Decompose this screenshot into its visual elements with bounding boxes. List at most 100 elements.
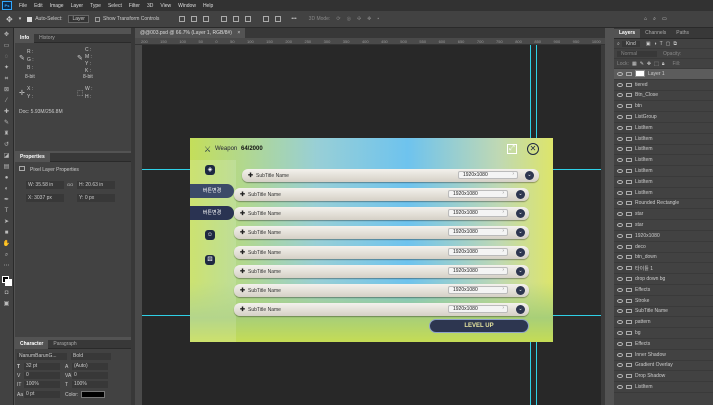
close-icon[interactable]: ✕: [527, 143, 539, 155]
3d-roll-icon[interactable]: ◎: [347, 16, 351, 22]
filter-kind-dropdown[interactable]: Kind: [621, 40, 640, 47]
chevron-down-icon[interactable]: ⌄: [516, 228, 525, 237]
x-field[interactable]: X: 3037 px: [26, 194, 64, 202]
filter-pixel-icon[interactable]: ▣: [646, 41, 651, 47]
leading-field[interactable]: (Auto): [72, 363, 108, 370]
menu-file[interactable]: File: [19, 3, 27, 9]
layer-row[interactable]: Stroke: [614, 296, 713, 307]
warrior-icon[interactable]: ☺: [205, 230, 215, 240]
baseline-field[interactable]: 0 pt: [24, 391, 60, 398]
layer-row[interactable]: ListItem: [614, 155, 713, 167]
align-bottom-icon[interactable]: [245, 16, 252, 22]
visibility-eye-icon[interactable]: [617, 223, 623, 228]
visibility-eye-icon[interactable]: [617, 266, 623, 271]
background-color-swatch[interactable]: [5, 279, 12, 286]
3d-pan-icon[interactable]: ✣: [357, 16, 361, 22]
screen-mode-icon[interactable]: ▣: [3, 300, 11, 308]
list-item[interactable]: ✚SubTitle Name 1920x1080 ⌄: [234, 284, 529, 297]
eyedropper-icon[interactable]: ⁄: [3, 97, 11, 105]
layer-row[interactable]: drop down bg: [614, 274, 713, 285]
font-size-field[interactable]: 32 pt: [24, 363, 60, 370]
list-item[interactable]: ✚SubTitle Name 1920x1080 ⌄: [234, 226, 529, 239]
layer-row[interactable]: tiered: [614, 80, 713, 91]
menu-select[interactable]: Select: [108, 3, 122, 9]
more-options-icon[interactable]: •••: [291, 16, 296, 22]
chevron-down-icon[interactable]: ⌄: [516, 267, 525, 276]
tab-paths[interactable]: Paths: [671, 29, 694, 38]
dodge-icon[interactable]: ◐: [3, 185, 11, 193]
filter-shape-icon[interactable]: ▢: [666, 41, 671, 47]
visibility-eye-icon[interactable]: [617, 277, 623, 282]
dice-icon[interactable]: ⚄: [205, 255, 215, 265]
list-item[interactable]: ✚SubTitle Name 1920x1080 ⌄: [234, 246, 529, 259]
list-item[interactable]: ✚SubTitle Name 1920x1080 ⌄: [234, 303, 529, 316]
layer-row[interactable]: ListItem: [614, 166, 713, 177]
layer-row[interactable]: Drop Shadow: [614, 371, 713, 383]
chevron-down-icon[interactable]: ⌄: [516, 305, 525, 314]
visibility-eye-icon[interactable]: [617, 233, 623, 238]
visibility-eye-icon[interactable]: [617, 158, 623, 163]
menu-edit[interactable]: Edit: [34, 3, 43, 9]
tab-paragraph[interactable]: Paragraph: [48, 340, 81, 349]
layer-row[interactable]: bg: [614, 328, 713, 339]
canvas-vertical-scrollbar[interactable]: [601, 45, 605, 405]
align-middle-icon[interactable]: [233, 16, 240, 22]
layer-row[interactable]: 1920x1080: [614, 231, 713, 242]
layer-row[interactable]: ListItem: [614, 145, 713, 156]
shield-icon[interactable]: ◈: [205, 165, 215, 175]
resolution-dropdown[interactable]: 1920x1080: [448, 190, 508, 198]
pen-icon[interactable]: ✒: [3, 196, 11, 204]
chevron-down-icon[interactable]: ⌄: [516, 209, 525, 218]
lock-all-icon[interactable]: 🔒︎: [662, 61, 665, 67]
tab-properties[interactable]: Properties: [15, 152, 50, 162]
chevron-down-icon[interactable]: ⌄: [516, 248, 525, 257]
visibility-eye-icon[interactable]: [617, 352, 623, 357]
menu-3d[interactable]: 3D: [147, 3, 153, 9]
layer-row[interactable]: btn: [614, 101, 713, 113]
tab-history[interactable]: History: [34, 34, 60, 43]
visibility-eye-icon[interactable]: [617, 331, 623, 336]
blend-mode-dropdown[interactable]: Normal: [617, 50, 657, 57]
chevron-down-icon[interactable]: ⌄: [516, 286, 525, 295]
visibility-eye-icon[interactable]: [617, 385, 623, 389]
align-center-icon[interactable]: [191, 16, 198, 22]
tab-channels[interactable]: Channels: [640, 29, 671, 38]
layer-row[interactable]: pattern: [614, 317, 713, 329]
shape-icon[interactable]: ■: [3, 229, 11, 237]
more-tools-icon[interactable]: ⋯: [3, 262, 11, 270]
height-field[interactable]: H: 20.63 in: [77, 181, 115, 189]
move-tool-icon[interactable]: ✥: [6, 15, 13, 24]
tab-character[interactable]: Character: [15, 339, 49, 349]
layer-row[interactable]: Rounded Rectangle: [614, 199, 713, 210]
link-dimensions-button[interactable]: GO: [67, 181, 73, 189]
zoom-icon[interactable]: ⌕: [3, 251, 11, 259]
resolution-dropdown[interactable]: 1920x1080: [448, 286, 508, 294]
align-right-icon[interactable]: [203, 16, 210, 22]
auto-select-checkbox[interactable]: [27, 16, 33, 22]
visibility-eye-icon[interactable]: [617, 320, 623, 325]
menu-help[interactable]: Help: [203, 3, 213, 9]
visibility-eye-icon[interactable]: [617, 255, 623, 260]
3d-orbit-icon[interactable]: ⟳: [336, 16, 340, 22]
history-brush-icon[interactable]: ↺: [3, 141, 11, 149]
horizontal-scale-field[interactable]: 100%: [72, 381, 108, 388]
text-color-swatch[interactable]: [81, 391, 105, 398]
resolution-dropdown[interactable]: 1920x1080: [448, 248, 508, 256]
filter-type-icon[interactable]: T: [660, 41, 663, 47]
crop-icon[interactable]: ⌗: [3, 75, 11, 83]
visibility-eye-icon[interactable]: [617, 147, 623, 152]
resolution-dropdown[interactable]: 1920x1080: [448, 267, 508, 275]
align-top-icon[interactable]: [221, 16, 228, 22]
lasso-icon[interactable]: ◌: [3, 53, 11, 61]
gradient-icon[interactable]: ▤: [3, 163, 11, 171]
layer-row[interactable]: ListItem: [614, 177, 713, 188]
resolution-dropdown[interactable]: 1920x1080: [448, 209, 508, 217]
layer-row[interactable]: star: [614, 220, 713, 231]
side-tab-change-1[interactable]: 버튼변경: [190, 184, 234, 198]
layer-row[interactable]: deco: [614, 242, 713, 253]
visibility-eye-icon[interactable]: [617, 169, 623, 174]
blur-icon[interactable]: ●: [3, 174, 11, 182]
healing-icon[interactable]: ✚: [3, 108, 11, 116]
move-icon[interactable]: ✥: [3, 31, 11, 39]
resolution-dropdown[interactable]: 1920x1080: [448, 228, 508, 236]
